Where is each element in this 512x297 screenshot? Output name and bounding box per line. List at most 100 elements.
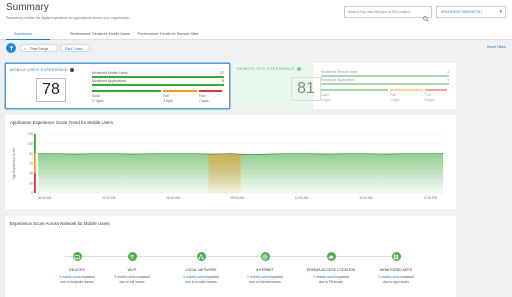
score-point [249,154,251,156]
score-point [307,153,309,155]
impacted-users-link[interactable]: 4 mobile users [183,275,204,279]
segment-count-fair[interactable]: 3 Apps [163,99,173,103]
segment-count-poor[interactable]: 7 Apps [199,99,209,103]
devices-icon [72,252,82,261]
score-point [269,153,270,155]
network-item-impact: 0 mobile users impacted [102,275,162,279]
impacted-users-link[interactable]: 2 mobile users [247,275,268,279]
impacted-users-link[interactable]: 0 mobile users [114,275,135,279]
y-axis-label: App Experience Score [12,147,16,179]
impact-suffix: impacted [334,275,349,279]
score-trend-chart[interactable]: 0 20 40 60 80 100 120 App Experience Score 06:00… [5,115,456,209]
tab-mobile-trends[interactable]: Performance Trends for Mobile Users [70,32,130,36]
page-title: Summary [6,2,49,13]
time-range-chip[interactable]: × Time Range [20,44,58,52]
score-point [172,153,174,155]
segment-bar-poor [424,89,447,91]
x-tick-label: 12:00 PM [423,196,437,200]
apps-icon [391,252,401,261]
y-tick-label: 0 [31,191,33,195]
network-item-detail: due to modem issues [185,280,217,284]
info-icon[interactable] [296,67,301,71]
impact-suffix: impacted [268,275,283,279]
time-range-select[interactable]: Past 7 days [60,44,90,52]
filter-button[interactable] [6,43,16,53]
x-tick-label: 11:00 AM [359,196,373,200]
monitored-sites-value: 4 [447,70,449,74]
network-item-detail: due to endpoint issues [60,280,94,284]
network-item-name: PRISMA ACCESS LOCATION [306,268,356,272]
impacted-users-link[interactable]: 2 mobile users [378,275,399,279]
time-range-value: Past 7 days [65,46,83,51]
impact-suffix: impacted [135,275,150,279]
fair-range-highlight [208,154,241,193]
network-item-wi-fi[interactable]: WI-FI 0 mobile users impacted due to wifi … [102,252,162,284]
network-item-internet[interactable]: INTERNET 2 mobile users impacted due to In… [235,252,295,284]
segment-count-good[interactable]: 3 Apps [321,98,331,102]
monitored-apps-label: Monitored Applications [92,79,127,83]
network-item-impact: 2 mobile users impacted [47,275,107,279]
impact-suffix: impacted [399,275,414,279]
cloud-icon [326,252,336,261]
network-item-name: WI-FI [127,268,137,272]
network-item-monitored-apps[interactable]: MONITORED APPS 2 mobile users impacted due… [366,252,426,284]
info-icon[interactable] [70,68,75,72]
segment-bar-good [321,89,389,91]
tenant-select[interactable]: ARCHIVE00731800967917 ▾ [436,6,506,18]
search-placeholder: Search Any User/Site/App or PA Location [348,10,410,14]
page-subtitle: Proactively monitor the digital experien… [6,16,130,20]
card-heading: REMOTE SITE EXPERIENCE [237,67,301,71]
score-point [346,153,347,155]
experience-score: 81 [291,77,321,101]
x-tick-label: 10:00 AM [295,196,309,200]
segment-bar-good [92,90,162,92]
impact-suffix: impacted [80,275,95,279]
reset-filters-link[interactable]: Reset Filters [487,45,506,49]
tab-site-trends[interactable]: Performance Trends for Remote Sites [138,32,198,36]
segment-label-poor: Poor [198,94,206,98]
close-icon[interactable]: × [24,46,26,51]
y-tick-label: 80 [29,152,33,156]
monitored-apps-bar [92,84,224,86]
score-point [153,153,155,155]
network-icon [196,252,206,261]
network-item-devices[interactable]: DEVICES 2 mobile users impacted due to end… [47,252,107,284]
x-tick-label: 06:00 AM [38,196,52,200]
network-item-local-network[interactable]: LOCAL NETWORK 4 mobile users impacted due … [171,252,231,284]
tab-bar: Experience Performance Trends for Mobile… [0,30,512,40]
network-title: Experience Score Across Network for Mobi… [10,221,110,226]
y-tick-label: 120 [28,132,34,136]
remote-site-experience-card[interactable]: REMOTE SITE EXPERIENCE 81 Monitored Remo… [233,63,456,109]
network-item-name: INTERNET [256,268,274,272]
segment-bar-poor [198,90,222,92]
score-point [288,153,290,155]
tab-experience[interactable]: Experience [14,32,32,36]
impact-suffix: impacted [204,275,219,279]
segment-count-fair[interactable]: 1 Apps [390,98,400,102]
mobile-user-experience-card[interactable]: MOBILE USER EXPERIENCE 78 Monitored Mobi… [5,63,230,109]
search-icon [423,9,429,22]
network-item-prisma-access-location[interactable]: PRISMA ACCESS LOCATION 2 mobile users imp… [301,252,361,284]
score-point [134,153,135,155]
monitored-apps-bar [321,83,449,85]
monitored-sites-bar [321,75,449,77]
x-tick-label: 07:00 AM [102,196,116,200]
filter-bar: × Time Range Past 7 days Reset Filters [0,40,512,56]
search-input[interactable]: Search Any User/Site/App or PA Location [344,6,432,22]
monitored-users-bar [92,76,224,78]
score-point [404,153,405,155]
chevron-down-icon: ▾ [499,9,502,15]
segment-count-good[interactable]: 17 Apps [92,99,104,103]
network-item-name: LOCAL NETWORK [185,268,217,272]
page-header: Summary Proactively monitor the digital … [0,0,512,30]
band-good [34,134,36,154]
segment-count-poor[interactable]: 0 Apps [425,98,435,102]
monitored-apps-value: 8 [222,79,224,83]
impacted-users-link[interactable]: 2 mobile users [59,275,80,279]
score-point [384,153,386,155]
monitored-users-label: Monitored Mobile Users [92,71,128,75]
impacted-users-link[interactable]: 2 mobile users [313,275,334,279]
experience-score: 78 [36,78,66,102]
y-tick-label: 60 [29,162,33,166]
network-item-detail: due to PA issues [318,280,344,284]
